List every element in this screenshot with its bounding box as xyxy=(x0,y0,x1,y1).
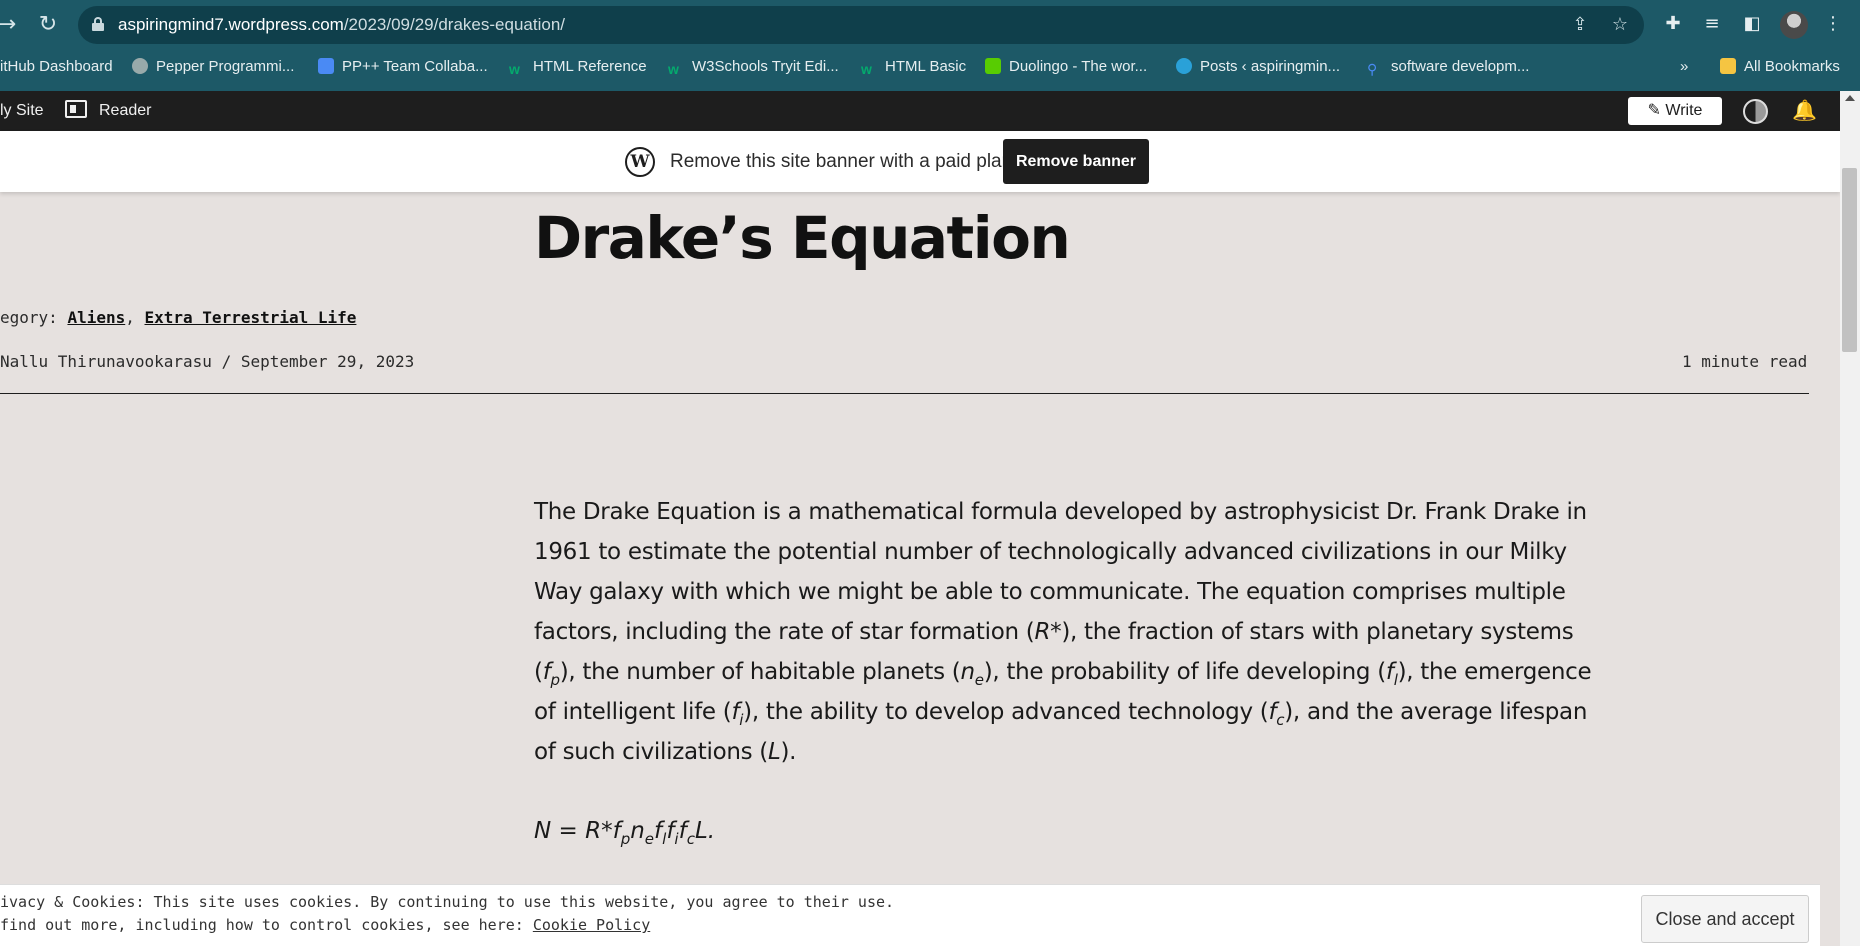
bookmark-item[interactable]: Duolingo - The wor... xyxy=(985,56,1147,78)
menu-icon[interactable]: ⋮ xyxy=(1820,11,1846,37)
lock-icon xyxy=(92,17,104,31)
star-icon[interactable]: ☆ xyxy=(1609,14,1631,36)
extensions-icon[interactable]: ✚ xyxy=(1660,11,1686,37)
url-text[interactable]: aspiringmind7.wordpress.com/2023/09/29/d… xyxy=(118,6,565,44)
side-panel-icon[interactable]: ◧ xyxy=(1739,11,1765,37)
reload-icon[interactable]: ↻ xyxy=(33,10,63,40)
profile-circle-icon[interactable] xyxy=(1743,99,1768,124)
post-paragraph: The Drake Equation is a mathematical for… xyxy=(534,499,1592,765)
duolingo-icon xyxy=(985,58,1001,74)
notifications-bell-icon[interactable]: 🔔 xyxy=(1792,98,1817,122)
post-date[interactable]: September 29, 2023 xyxy=(241,352,414,371)
close-and-accept-button[interactable]: Close and accept xyxy=(1641,895,1809,943)
author-link[interactable]: Nallu Thirunavookarasu xyxy=(0,352,212,371)
w3schools-icon: w xyxy=(668,61,679,77)
w3schools-icon: w xyxy=(509,61,520,77)
read-time: 1 minute read xyxy=(1682,352,1808,371)
profile-avatar[interactable] xyxy=(1780,11,1808,39)
scrollbar-thumb[interactable] xyxy=(1842,168,1857,352)
media-control-icon[interactable]: ≡ xyxy=(1699,11,1725,37)
divider xyxy=(0,393,1809,394)
bookmark-item[interactable]: itHub Dashboard xyxy=(0,56,113,78)
wordpress-icon xyxy=(1176,58,1192,74)
forward-icon[interactable]: → xyxy=(0,10,22,40)
write-button[interactable]: ✎ Write xyxy=(1628,97,1722,125)
all-bookmarks-button[interactable]: All Bookmarks xyxy=(1720,56,1840,78)
quill-icon: ✎ xyxy=(1647,102,1666,119)
post-categories: egory: Aliens, Extra Terrestrial Life xyxy=(0,308,357,327)
my-site-link[interactable]: ly Site xyxy=(0,91,44,131)
bookmark-item[interactable]: ⚲ software developm... xyxy=(1367,56,1529,78)
address-bar[interactable]: aspiringmind7.wordpress.com/2023/09/29/d… xyxy=(78,6,1644,44)
compass-icon xyxy=(132,58,148,74)
category-link-extra-terrestrial-life[interactable]: Extra Terrestrial Life xyxy=(145,308,357,327)
reader-link[interactable]: Reader xyxy=(65,91,151,131)
bookmark-item[interactable]: w W3Schools Tryit Edi... xyxy=(668,56,839,78)
cookie-policy-link[interactable]: Cookie Policy xyxy=(533,916,650,934)
post-title: Drake’s Equation xyxy=(534,204,1071,272)
scroll-up-arrow-icon[interactable] xyxy=(1845,95,1855,101)
category-link-aliens[interactable]: Aliens xyxy=(67,308,125,327)
drake-equation-formula: N = R*fpneflfifcL. xyxy=(534,818,716,848)
remove-banner-button[interactable]: Remove banner xyxy=(1003,139,1149,184)
cookie-banner: ivacy & Cookies: This site uses cookies.… xyxy=(0,884,1820,946)
share-icon[interactable]: ⇪ xyxy=(1569,14,1591,36)
bookmark-item[interactable]: Pepper Programmi... xyxy=(132,56,294,78)
bookmark-item[interactable]: w HTML Reference xyxy=(509,56,647,78)
docs-icon xyxy=(318,58,334,74)
folder-icon xyxy=(1720,58,1736,74)
wp-admin-bar: ly Site Reader ✎ Write 🔔 xyxy=(0,91,1840,131)
bookmark-item[interactable]: Posts ‹ aspiringmin... xyxy=(1176,56,1340,78)
bookmarks-overflow-button[interactable]: » xyxy=(1680,56,1688,78)
bookmark-item[interactable]: PP++ Team Collaba... xyxy=(318,56,488,78)
banner-text: Remove this site banner with a paid plan xyxy=(670,151,1013,172)
w3schools-icon: w xyxy=(861,61,872,77)
site-banner: W Remove this site banner with a paid pl… xyxy=(0,131,1840,192)
bookmarks-bar: itHub Dashboard Pepper Programmi... PP++… xyxy=(0,50,1860,84)
bookmark-item[interactable]: w HTML Basic xyxy=(861,56,966,78)
cookie-text-line2: find out more, including how to control … xyxy=(0,916,651,934)
search-icon: ⚲ xyxy=(1367,61,1378,77)
cookie-text-line1: ivacy & Cookies: This site uses cookies.… xyxy=(0,893,895,911)
post-byline: Nallu Thirunavookarasu / September 29, 2… xyxy=(0,352,415,371)
wordpress-logo-icon: W xyxy=(625,147,655,177)
reader-icon xyxy=(65,100,87,118)
